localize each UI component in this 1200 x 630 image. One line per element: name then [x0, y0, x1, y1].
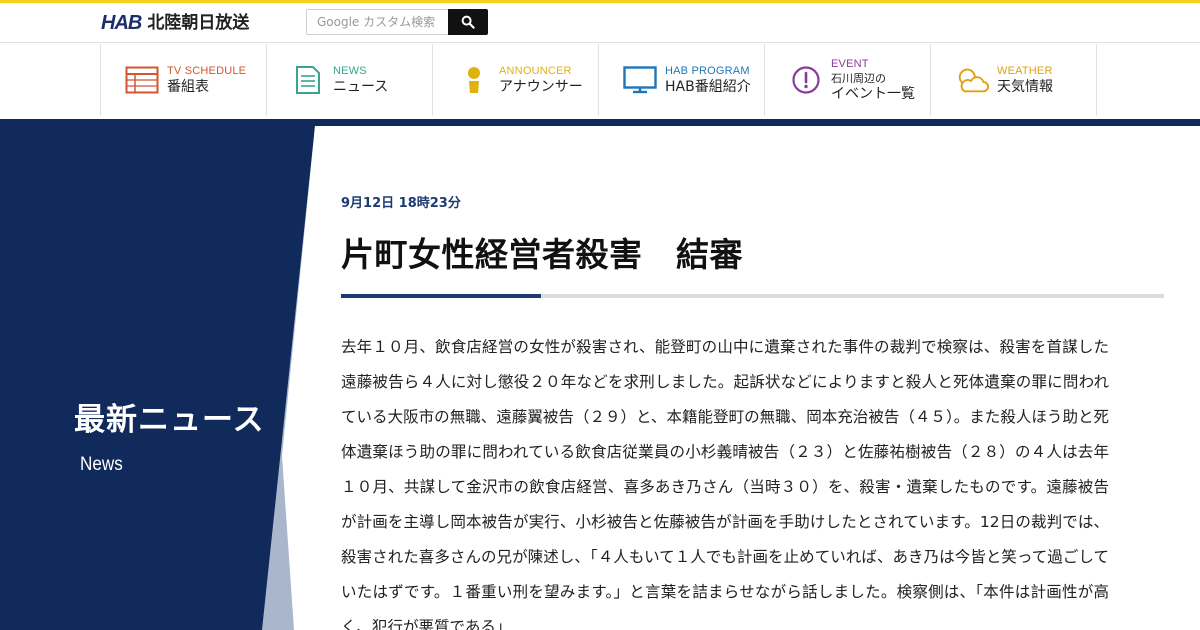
- nav-ja-event-line1: 石川周辺の: [831, 72, 886, 85]
- article-title: 片町女性経営者殺害 結審: [341, 235, 743, 274]
- nav-item-hab-program[interactable]: HAB PROGRAM HAB番組紹介: [599, 44, 765, 116]
- logo-name: 北陸朝日放送: [147, 13, 250, 33]
- nav-item-tv-schedule[interactable]: TV SCHEDULE 番組表: [101, 44, 267, 116]
- nav-item-news[interactable]: NEWS ニュース: [267, 44, 433, 116]
- site-logo[interactable]: HAB 北陸朝日放送: [101, 11, 249, 35]
- nav-en-news: NEWS: [333, 65, 367, 77]
- nav-en-weather: WEATHER: [997, 65, 1053, 77]
- search-box: [306, 9, 488, 35]
- search-input[interactable]: [306, 9, 448, 35]
- nav-en-tv-schedule: TV SCHEDULE: [167, 65, 247, 77]
- search-button[interactable]: [448, 9, 488, 35]
- main-nav: TV SCHEDULE 番組表 NEWS ニュース ANNOUNCER アナウン…: [0, 44, 1200, 119]
- sidebar-subtitle: News: [80, 454, 123, 475]
- nav-ja-news: ニュース: [333, 79, 389, 95]
- weather-icon: [955, 63, 989, 97]
- nav-ja-hab-program: HAB番組紹介: [665, 79, 751, 95]
- exclamation-icon: [789, 63, 823, 97]
- announcer-icon: [457, 63, 491, 97]
- nav-item-event[interactable]: EVENT 石川周辺の イベント一覧: [765, 44, 931, 116]
- title-underline-accent: [341, 294, 541, 298]
- sidebar-title: 最新ニュース: [74, 402, 265, 438]
- news-icon: [291, 63, 325, 97]
- article: 9月12日 18時23分 片町女性経営者殺害 結審 去年１０月、飲食店経営の女性…: [341, 126, 1164, 630]
- nav-item-announcer[interactable]: ANNOUNCER アナウンサー: [433, 44, 599, 116]
- nav-en-event: EVENT: [831, 58, 869, 70]
- section-divider-bar: [0, 119, 1200, 126]
- nav-en-announcer: ANNOUNCER: [499, 65, 572, 77]
- site-header: HAB 北陸朝日放送: [0, 3, 1200, 43]
- nav-item-weather[interactable]: WEATHER 天気情報: [931, 44, 1097, 116]
- search-icon: [461, 15, 475, 29]
- nav-ja-event-line2: イベント一覧: [831, 86, 915, 102]
- nav-ja-tv-schedule: 番組表: [167, 79, 209, 95]
- article-date: 9月12日 18時23分: [341, 196, 461, 211]
- tv-schedule-icon: [125, 63, 159, 97]
- tv-monitor-icon: [623, 63, 657, 97]
- nav-ja-announcer: アナウンサー: [499, 79, 583, 95]
- logo-mark: HAB: [101, 12, 142, 34]
- nav-en-hab-program: HAB PROGRAM: [665, 65, 750, 77]
- article-body: 去年１０月、飲食店経営の女性が殺害され、能登町の山中に遺棄された事件の裁判で検察…: [341, 338, 1109, 630]
- nav-ja-weather: 天気情報: [997, 79, 1053, 95]
